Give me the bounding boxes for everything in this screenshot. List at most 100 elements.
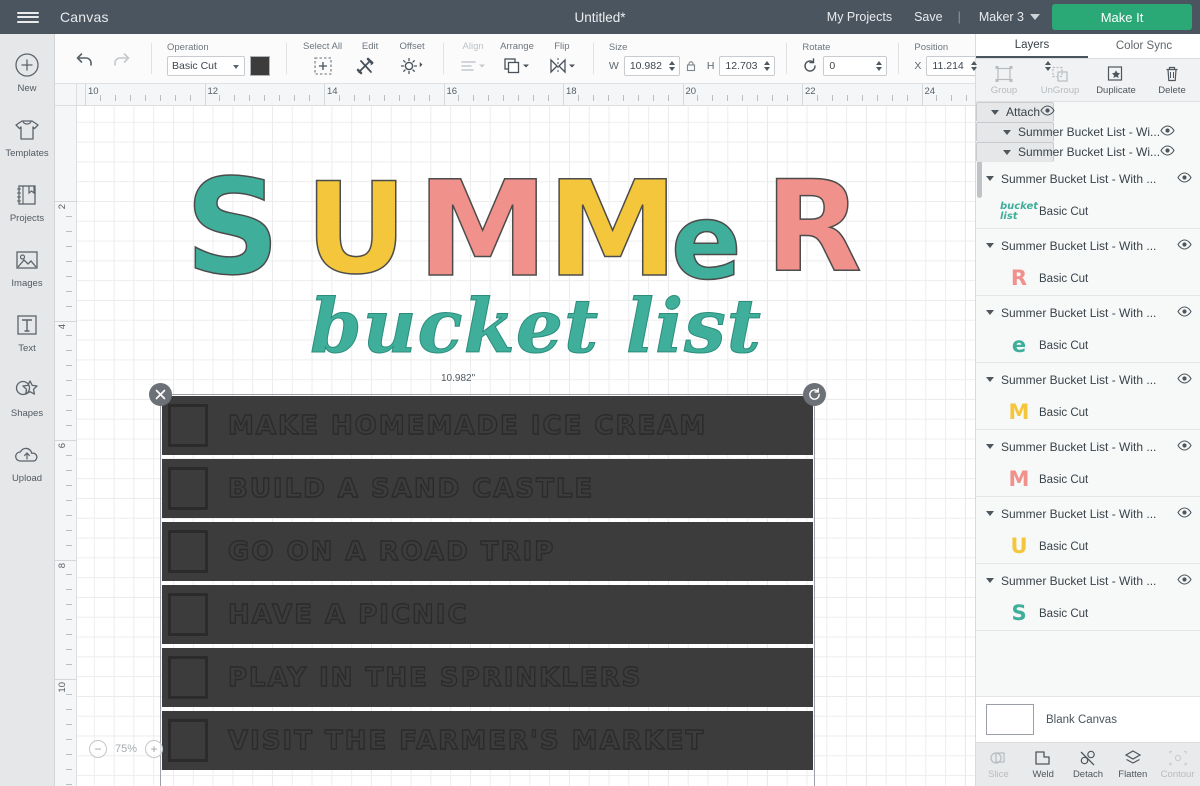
ruler-minor-tick — [787, 95, 789, 101]
layer-header-row[interactable]: Summer Bucket List - Wi... — [981, 136, 1183, 169]
ungroup-button[interactable]: UnGroup — [1032, 59, 1088, 101]
blank-canvas-swatch[interactable] — [986, 704, 1034, 735]
chevron-down-icon[interactable] — [986, 444, 994, 449]
ruler-minor-tick — [66, 469, 72, 471]
slice-button[interactable]: Slice — [976, 743, 1021, 786]
position-x-stepper[interactable] — [971, 60, 978, 71]
sidebar-item-shapes[interactable]: Shapes — [0, 375, 55, 440]
chevron-down-icon[interactable] — [1003, 129, 1011, 135]
lock-aspect-ratio[interactable] — [685, 60, 697, 72]
layer-header-row[interactable]: Summer Bucket List - With ... — [976, 229, 1200, 262]
layer-group[interactable]: Summer Bucket List - With ... M Basic Cut — [976, 430, 1200, 497]
blank-canvas-row[interactable]: Blank Canvas — [976, 696, 1200, 742]
ruler-major-tick — [55, 440, 77, 441]
zoom-out-button[interactable]: − — [89, 740, 107, 758]
sidebar-item-upload[interactable]: Upload — [0, 440, 55, 505]
chevron-down-icon[interactable] — [986, 511, 994, 516]
edit-button[interactable]: Edit — [349, 41, 391, 77]
zoom-in-button[interactable]: + — [145, 740, 164, 758]
align-button[interactable]: Align — [453, 41, 493, 77]
eye-icon[interactable] — [1160, 145, 1175, 159]
layer-list[interactable]: AttachSummer Bucket List - Wi...Basic Cu… — [976, 102, 1200, 696]
eye-icon[interactable] — [1177, 170, 1192, 188]
sidebar-item-text[interactable]: Text — [0, 310, 55, 375]
chevron-down-icon[interactable] — [1030, 14, 1040, 20]
chevron-down-icon[interactable] — [986, 176, 994, 181]
layer-child-row[interactable]: bucket list Basic Cut — [976, 195, 1200, 228]
undo-button[interactable] — [65, 48, 103, 70]
select-all-icon — [313, 55, 333, 77]
layer-child-row[interactable]: U Basic Cut — [976, 530, 1200, 563]
flip-button[interactable]: Flip — [541, 41, 583, 77]
make-it-button[interactable]: Make It — [1052, 4, 1192, 30]
layer-group[interactable]: Summer Bucket List - With ... e Basic Cut — [976, 296, 1200, 363]
sidebar-item-new[interactable]: New — [0, 50, 55, 115]
undo-icon — [72, 48, 96, 70]
chevron-down-icon[interactable] — [1003, 149, 1011, 155]
contour-button[interactable]: Contour — [1155, 743, 1200, 786]
sidebar-item-images[interactable]: Images — [0, 245, 55, 310]
operation-color-swatch[interactable] — [250, 55, 270, 76]
chevron-down-icon[interactable] — [986, 578, 994, 583]
sidebar-item-templates[interactable]: Templates — [0, 115, 55, 180]
layer-child-row[interactable]: Basic Cut — [1183, 136, 1200, 169]
layer-group[interactable]: Summer Bucket List - With ... U Basic Cut — [976, 497, 1200, 564]
rotate-selection-handle[interactable] — [803, 383, 826, 406]
layer-group[interactable]: Summer Bucket List - With ... R Basic Cut — [976, 229, 1200, 296]
rotate-stepper[interactable] — [876, 60, 883, 71]
layer-group[interactable]: Summer Bucket List - With ... M Basic Cut — [976, 363, 1200, 430]
height-stepper[interactable] — [764, 60, 771, 71]
hamburger-menu-icon[interactable] — [0, 0, 56, 34]
eye-icon[interactable] — [1177, 572, 1192, 590]
redo-button[interactable] — [103, 48, 141, 70]
flatten-button[interactable]: Flatten — [1110, 743, 1155, 786]
width-stepper[interactable] — [668, 60, 675, 71]
design-canvas[interactable]: SUMMeR bucket list MAKE HOMEMADE ICE CRE… — [55, 84, 975, 786]
arrange-button[interactable]: Arrange — [493, 41, 541, 77]
layer-group[interactable]: Summer Bucket List - Wi...Basic Cut — [976, 142, 1175, 162]
layer-group[interactable]: Summer Bucket List - With ... S Basic Cut — [976, 564, 1200, 631]
position-y-stepper[interactable] — [1045, 60, 1052, 71]
eye-icon[interactable] — [1177, 237, 1192, 255]
delete-selection-handle[interactable] — [149, 383, 172, 406]
layer-child-row[interactable]: S Basic Cut — [976, 597, 1200, 630]
ruler-minor-tick — [66, 514, 72, 516]
layer-header-row[interactable]: Summer Bucket List - With ... — [976, 564, 1200, 597]
layer-child-row[interactable]: M Basic Cut — [976, 396, 1200, 429]
select-all-button[interactable]: Select All — [296, 41, 349, 77]
layer-group[interactable]: Summer Bucket List - With ... bucket list… — [976, 162, 1200, 229]
layer-header-row[interactable]: Summer Bucket List - With ... — [976, 363, 1200, 396]
ruler-minor-tick — [129, 95, 131, 101]
machine-selector[interactable]: Maker 3 — [965, 10, 1030, 24]
layer-header-row[interactable]: Summer Bucket List - With ... — [976, 497, 1200, 530]
save-button[interactable]: Save — [903, 10, 954, 24]
layer-child-row[interactable]: M Basic Cut — [976, 463, 1200, 496]
chevron-down-icon[interactable] — [986, 377, 994, 382]
detach-button[interactable]: Detach — [1066, 743, 1111, 786]
eye-icon[interactable] — [1177, 304, 1192, 322]
eye-icon[interactable] — [1177, 371, 1192, 389]
layer-header-row[interactable]: Summer Bucket List - With ... — [976, 430, 1200, 463]
offset-icon — [398, 55, 426, 77]
operation-select[interactable]: Basic Cut — [167, 55, 245, 76]
ruler-minor-tick — [622, 95, 624, 101]
chevron-down-icon[interactable] — [986, 310, 994, 315]
flatten-icon — [1124, 750, 1141, 764]
delete-button[interactable]: Delete — [1144, 59, 1200, 101]
sidebar-item-projects[interactable]: Projects — [0, 180, 55, 245]
eye-icon[interactable] — [1177, 438, 1192, 456]
group-button[interactable]: Group — [976, 59, 1032, 101]
my-projects-link[interactable]: My Projects — [816, 10, 903, 24]
rotate-value: 0 — [829, 59, 836, 72]
layer-header-row[interactable]: Summer Bucket List - With ... — [976, 296, 1200, 329]
tab-layers[interactable]: Layers — [976, 34, 1088, 58]
weld-button[interactable]: Weld — [1021, 743, 1066, 786]
layer-child-row[interactable]: e Basic Cut — [976, 329, 1200, 362]
chevron-down-icon[interactable] — [991, 109, 999, 115]
chevron-down-icon[interactable] — [986, 243, 994, 248]
tab-color-sync[interactable]: Color Sync — [1088, 34, 1200, 58]
duplicate-button[interactable]: Duplicate — [1088, 59, 1144, 101]
offset-button[interactable]: Offset — [391, 41, 433, 77]
eye-icon[interactable] — [1177, 505, 1192, 523]
layer-child-row[interactable]: R Basic Cut — [976, 262, 1200, 295]
